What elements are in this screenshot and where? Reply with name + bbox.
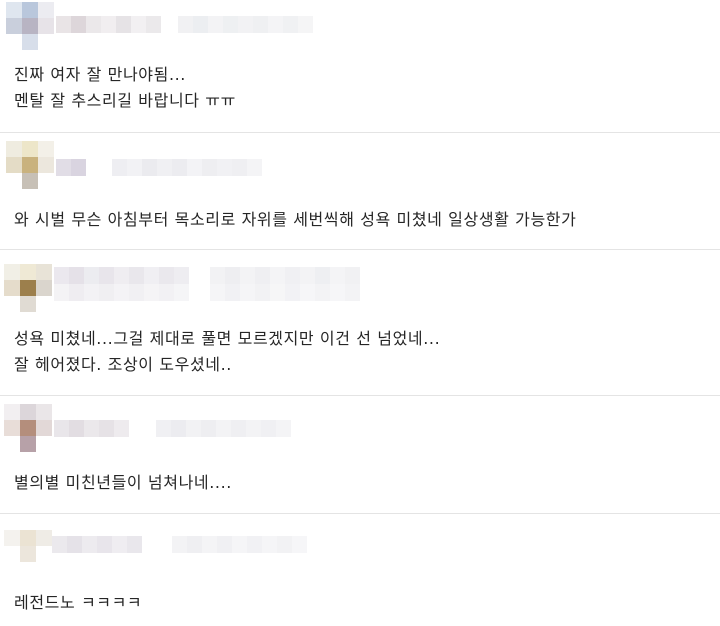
comment-text: 진짜 여자 잘 만나야됨... 멘탈 잘 추스리길 바랍니다 ㅠㅠ [14, 62, 236, 114]
comment-item: 레전드노 ㅋㅋㅋㅋ [0, 514, 720, 626]
comment-item: 성욕 미쳤네...그걸 제대로 풀면 모르겠지만 이건 선 넘었네... 잘 헤… [0, 250, 720, 396]
avatar[interactable] [4, 264, 52, 312]
comment-meta [54, 284, 189, 301]
comment-text: 성욕 미쳤네...그걸 제대로 풀면 모르겠지만 이건 선 넘었네... 잘 헤… [14, 326, 440, 378]
username[interactable] [54, 420, 129, 437]
comment-meta [112, 159, 262, 176]
comment-line: 별의별 미친년들이 넘쳐나네.... [14, 473, 232, 492]
comment-line: 잘 헤어졌다. 조상이 도우셨네.. [14, 355, 232, 374]
username[interactable] [54, 267, 189, 284]
avatar[interactable] [4, 404, 52, 452]
avatar[interactable] [6, 141, 54, 189]
comment-item: 와 시벌 무슨 아침부터 목소리로 자위를 세번씩해 성욕 미쳤네 일상생활 가… [0, 133, 720, 250]
comment-text: 레전드노 ㅋㅋㅋㅋ [14, 590, 142, 616]
comment-line: 멘탈 잘 추스리길 바랍니다 ㅠㅠ [14, 91, 236, 110]
comment-list: 진짜 여자 잘 만나야됨... 멘탈 잘 추스리길 바랍니다 ㅠㅠ 와 시벌 무… [0, 0, 720, 626]
comment-item: 별의별 미친년들이 넘쳐나네.... [0, 396, 720, 514]
comment-line: 진짜 여자 잘 만나야됨... [14, 65, 186, 84]
avatar[interactable] [6, 2, 54, 50]
comment-text: 별의별 미친년들이 넘쳐나네.... [14, 470, 232, 496]
comment-meta [156, 420, 291, 437]
comment-line: 레전드노 ㅋㅋㅋㅋ [14, 593, 143, 612]
comment-meta [210, 284, 360, 301]
avatar[interactable] [4, 530, 52, 578]
username[interactable] [56, 16, 161, 33]
username[interactable] [52, 536, 142, 553]
comment-item: 진짜 여자 잘 만나야됨... 멘탈 잘 추스리길 바랍니다 ㅠㅠ [0, 0, 720, 133]
comment-meta [210, 267, 360, 284]
comment-meta [178, 16, 313, 33]
comment-line: 성욕 미쳤네...그걸 제대로 풀면 모르겠지만 이건 선 넘었네... [14, 329, 441, 348]
comment-line: 와 시벌 무슨 아침부터 목소리로 자위를 세번씩해 성욕 미쳤네 일상생활 가… [14, 210, 577, 229]
comment-text: 와 시벌 무슨 아침부터 목소리로 자위를 세번씩해 성욕 미쳤네 일상생활 가… [14, 207, 576, 233]
username[interactable] [56, 159, 86, 176]
comment-meta [172, 536, 307, 553]
